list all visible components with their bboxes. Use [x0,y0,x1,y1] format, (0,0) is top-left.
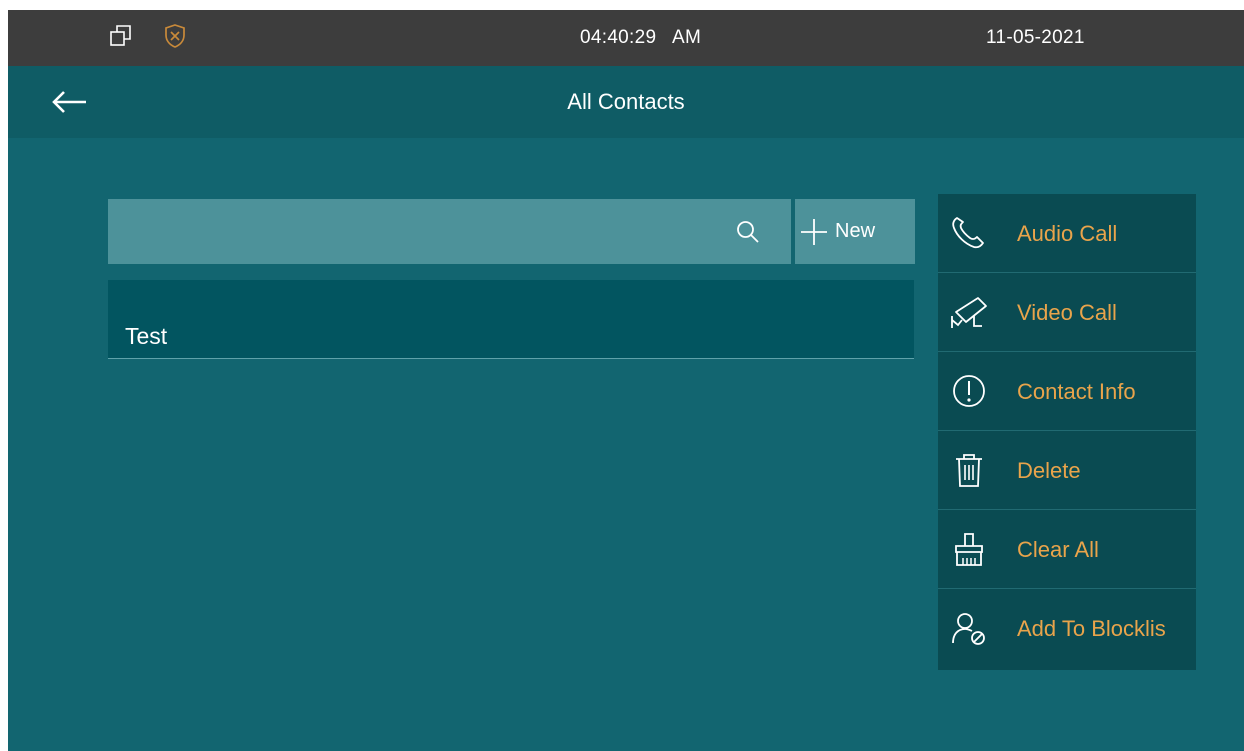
window-restore-icon [110,25,131,46]
clock-date: 11-05-2021 [986,27,1085,48]
delete-button[interactable]: Delete [938,431,1196,510]
broom-icon [955,533,983,566]
plus-icon [801,219,827,245]
page-title: All Contacts [567,89,685,114]
clock-time: 04:40:29 AM [580,27,702,48]
new-contact-button[interactable]: New [795,199,915,264]
contact-row[interactable]: Test [108,280,914,359]
screen: 04:40:29 AM 11-05-2021 All Contacts New … [8,10,1244,751]
add-to-blocklist-label: Add To Blocklis [1017,616,1166,641]
new-button-label: New [835,220,876,242]
search-icon[interactable] [735,219,761,245]
clear-all-button[interactable]: Clear All [938,510,1196,589]
phone-icon [952,217,984,249]
audio-call-label: Audio Call [1017,221,1118,246]
status-bar: 04:40:29 AM 11-05-2021 [8,10,1244,66]
video-call-button[interactable]: Video Call [938,273,1196,352]
contact-info-button[interactable]: Contact Info [938,352,1196,431]
trash-icon [956,454,982,487]
info-icon [953,375,985,407]
shield-x-icon [165,24,185,48]
contact-info-label: Contact Info [1017,379,1136,404]
video-call-label: Video Call [1017,300,1117,325]
add-to-blocklist-button[interactable]: Add To Blocklis [938,589,1196,667]
delete-label: Delete [1017,458,1081,483]
block-user-icon [952,613,985,645]
title-bar: All Contacts [8,66,1244,138]
camera-icon [951,297,987,328]
contact-name: Test [125,323,168,349]
action-menu: Audio Call Video Call Contact Info Delet… [938,194,1196,670]
search-input[interactable] [108,199,791,264]
clear-all-label: Clear All [1017,537,1099,562]
audio-call-button[interactable]: Audio Call [938,194,1196,273]
